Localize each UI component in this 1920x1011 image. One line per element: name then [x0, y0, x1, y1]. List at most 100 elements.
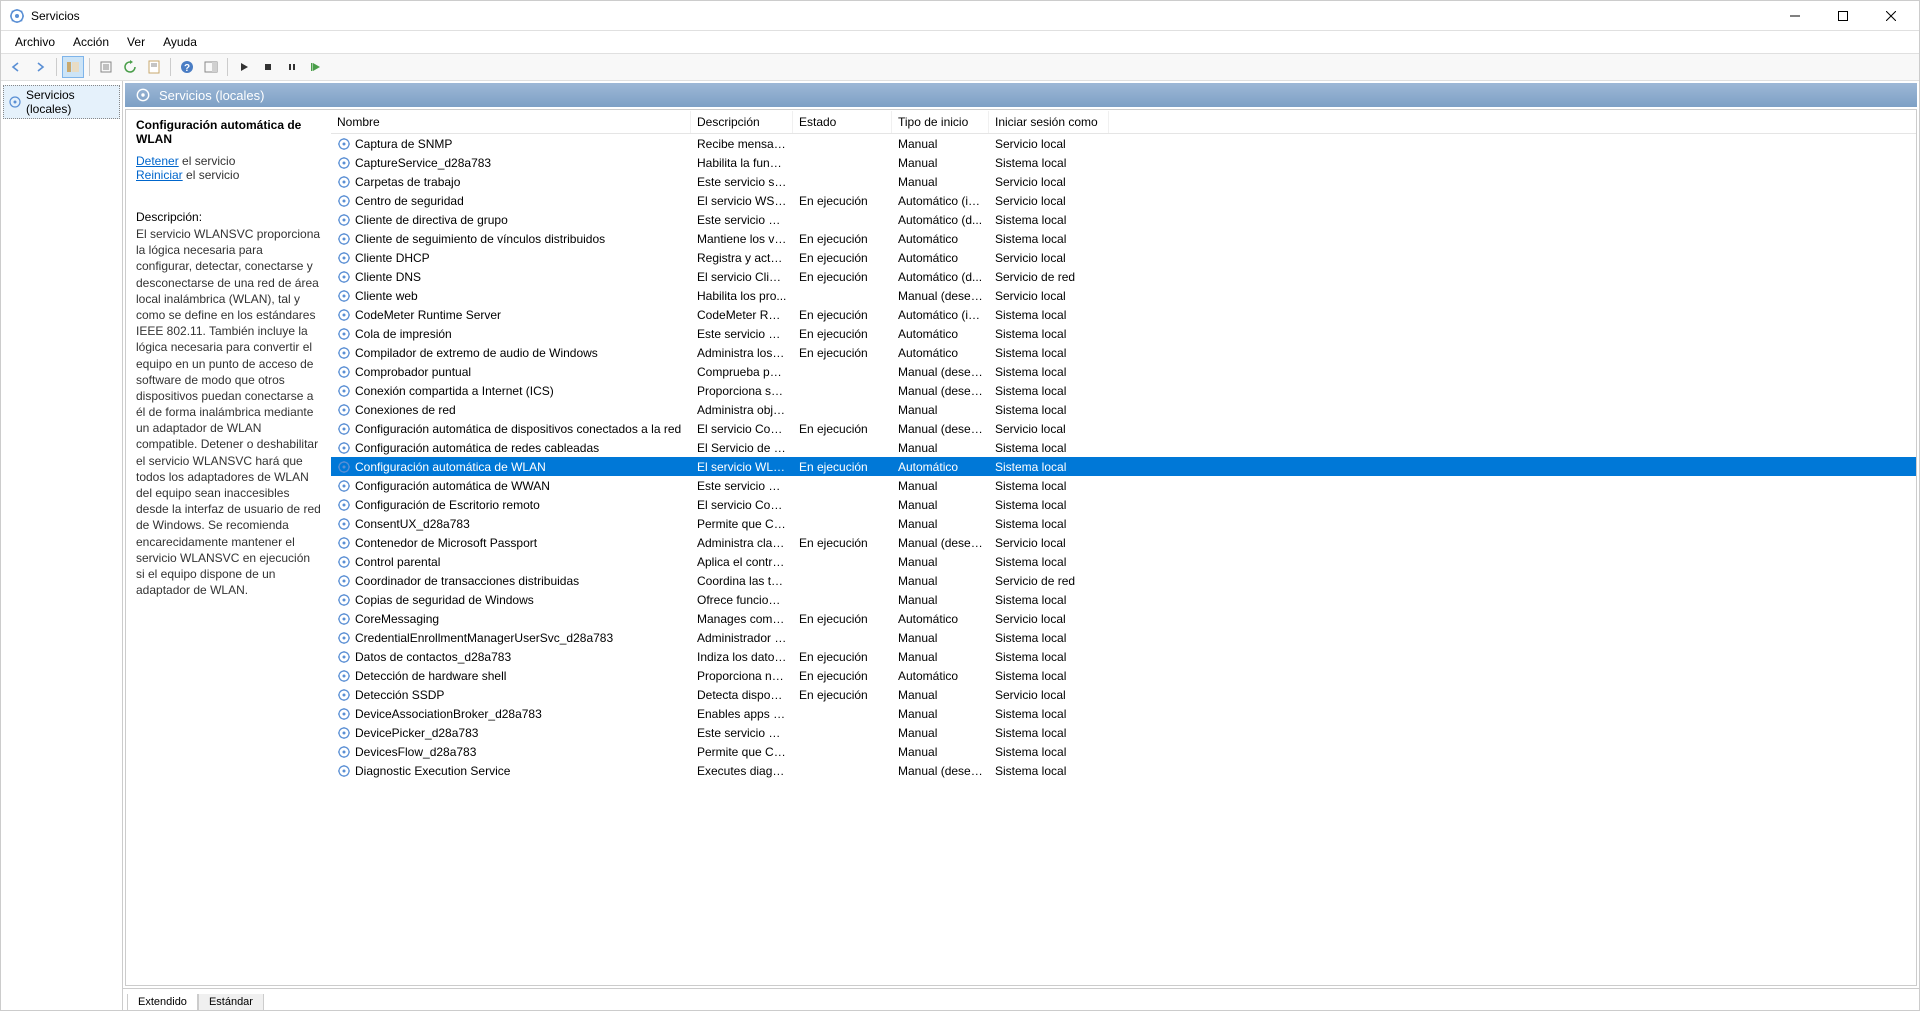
service-row[interactable]: Cliente webHabilita los pro...Manual (de…	[331, 286, 1916, 305]
service-row[interactable]: Detección de hardware shellProporciona n…	[331, 666, 1916, 685]
service-row[interactable]: DevicePicker_d28a783Este servicio de ...…	[331, 723, 1916, 742]
service-logon: Sistema local	[989, 403, 1109, 417]
service-row[interactable]: Cliente DHCPRegistra y actua...En ejecuc…	[331, 248, 1916, 267]
service-row[interactable]: Conexiones de redAdministra obje...Manua…	[331, 400, 1916, 419]
service-desc: Aplica el control...	[691, 555, 793, 569]
service-logon: Sistema local	[989, 669, 1109, 683]
service-logon: Servicio local	[989, 194, 1109, 208]
service-startup: Manual	[892, 555, 989, 569]
service-desc: Manages comm...	[691, 612, 793, 626]
service-startup: Manual (desen...	[892, 764, 989, 778]
column-name[interactable]: Nombre	[331, 111, 691, 133]
service-logon: Sistema local	[989, 384, 1109, 398]
gear-icon	[337, 327, 351, 341]
service-row[interactable]: DevicesFlow_d28a783Permite que Co...Manu…	[331, 742, 1916, 761]
service-desc: El servicio Client...	[691, 270, 793, 284]
service-row[interactable]: Cliente DNSEl servicio Client...En ejecu…	[331, 267, 1916, 286]
minimize-button[interactable]	[1775, 2, 1815, 30]
list-header: Nombre Descripción Estado Tipo de inicio…	[331, 110, 1916, 134]
service-name: Conexiones de red	[355, 403, 456, 417]
menu-accion[interactable]: Acción	[65, 33, 117, 51]
service-row[interactable]: Comprobador puntualComprueba pos...Manua…	[331, 362, 1916, 381]
pause-service-button[interactable]	[281, 56, 303, 78]
tab-standard[interactable]: Estándar	[198, 994, 264, 1010]
column-description[interactable]: Descripción	[691, 111, 793, 133]
service-row[interactable]: Control parentalAplica el control...Manu…	[331, 552, 1916, 571]
service-row[interactable]: Cliente de seguimiento de vínculos distr…	[331, 229, 1916, 248]
service-row[interactable]: Contenedor de Microsoft PassportAdminist…	[331, 533, 1916, 552]
gear-icon	[337, 441, 351, 455]
service-row[interactable]: Carpetas de trabajoEste servicio sin...M…	[331, 172, 1916, 191]
gear-icon	[337, 137, 351, 151]
gear-icon	[337, 764, 351, 778]
service-desc: Administra obje...	[691, 403, 793, 417]
show-hide-action-pane-button[interactable]	[200, 56, 222, 78]
service-row[interactable]: CredentialEnrollmentManagerUserSvc_d28a7…	[331, 628, 1916, 647]
column-state[interactable]: Estado	[793, 111, 892, 133]
service-row[interactable]: Compilador de extremo de audio de Window…	[331, 343, 1916, 362]
stop-service-link[interactable]: Detener	[136, 154, 179, 168]
service-logon: Servicio de red	[989, 270, 1109, 284]
gear-icon	[337, 745, 351, 759]
tab-extended[interactable]: Extendido	[127, 994, 198, 1010]
menu-archivo[interactable]: Archivo	[7, 33, 63, 51]
service-desc: Indiza los datos ...	[691, 650, 793, 664]
help-button[interactable]: ?	[176, 56, 198, 78]
start-service-button[interactable]	[233, 56, 255, 78]
restart-service-link[interactable]: Reiniciar	[136, 168, 183, 182]
service-row[interactable]: Configuración automática de redes cablea…	[331, 438, 1916, 457]
maximize-button[interactable]	[1823, 2, 1863, 30]
show-hide-tree-button[interactable]	[62, 56, 84, 78]
service-row[interactable]: CodeMeter Runtime ServerCodeMeter Run...…	[331, 305, 1916, 324]
service-row[interactable]: Conexión compartida a Internet (ICS)Prop…	[331, 381, 1916, 400]
service-state: En ejecución	[793, 422, 892, 436]
services-app-icon	[9, 8, 25, 24]
service-row[interactable]: Coordinador de transacciones distribuida…	[331, 571, 1916, 590]
service-row[interactable]: Centro de seguridadEl servicio WSCS...En…	[331, 191, 1916, 210]
service-row[interactable]: Diagnostic Execution ServiceExecutes dia…	[331, 761, 1916, 780]
content-header: Servicios (locales)	[125, 83, 1917, 107]
column-logon[interactable]: Iniciar sesión como	[989, 111, 1109, 133]
service-row[interactable]: Configuración automática de WWANEste ser…	[331, 476, 1916, 495]
refresh-button[interactable]	[119, 56, 141, 78]
service-row[interactable]: DeviceAssociationBroker_d28a783Enables a…	[331, 704, 1916, 723]
service-startup: Manual (desen...	[892, 536, 989, 550]
service-startup: Automático	[892, 232, 989, 246]
service-row[interactable]: Captura de SNMPRecibe mensaje...ManualSe…	[331, 134, 1916, 153]
tree-root-services[interactable]: Servicios (locales)	[3, 85, 120, 119]
service-state: En ejecución	[793, 346, 892, 360]
service-row[interactable]: Cliente de directiva de grupoEste servic…	[331, 210, 1916, 229]
forward-button[interactable]	[29, 56, 51, 78]
service-state: En ejecución	[793, 612, 892, 626]
service-state: En ejecución	[793, 251, 892, 265]
service-row[interactable]: CaptureService_d28a783Habilita la funci.…	[331, 153, 1916, 172]
column-startup[interactable]: Tipo de inicio	[892, 111, 989, 133]
menu-ver[interactable]: Ver	[119, 33, 153, 51]
service-row[interactable]: Cola de impresiónEste servicio po...En e…	[331, 324, 1916, 343]
service-row[interactable]: Detección SSDPDetecta disposit...En ejec…	[331, 685, 1916, 704]
service-name: Cliente DHCP	[355, 251, 430, 265]
service-startup: Manual	[892, 745, 989, 759]
service-row[interactable]: Configuración automática de dispositivos…	[331, 419, 1916, 438]
service-row[interactable]: Copias de seguridad de WindowsOfrece fun…	[331, 590, 1916, 609]
svg-text:?: ?	[184, 63, 190, 74]
service-desc: Comprueba pos...	[691, 365, 793, 379]
service-list[interactable]: Nombre Descripción Estado Tipo de inicio…	[331, 110, 1916, 985]
service-row[interactable]: Configuración de Escritorio remotoEl ser…	[331, 495, 1916, 514]
service-name: Cliente web	[355, 289, 418, 303]
properties-button[interactable]	[143, 56, 165, 78]
close-button[interactable]	[1871, 2, 1911, 30]
tree-pane: Servicios (locales)	[1, 81, 123, 1010]
menu-ayuda[interactable]: Ayuda	[155, 33, 205, 51]
service-row[interactable]: CoreMessagingManages comm...En ejecución…	[331, 609, 1916, 628]
service-desc: Este servicio sin...	[691, 175, 793, 189]
restart-service-button[interactable]	[305, 56, 327, 78]
stop-service-button[interactable]	[257, 56, 279, 78]
service-name: Copias de seguridad de Windows	[355, 593, 534, 607]
service-row[interactable]: Datos de contactos_d28a783Indiza los dat…	[331, 647, 1916, 666]
export-list-button[interactable]	[95, 56, 117, 78]
service-startup: Automático (in...	[892, 194, 989, 208]
back-button[interactable]	[5, 56, 27, 78]
service-row[interactable]: Configuración automática de WLANEl servi…	[331, 457, 1916, 476]
service-row[interactable]: ConsentUX_d28a783Permite que Co...Manual…	[331, 514, 1916, 533]
